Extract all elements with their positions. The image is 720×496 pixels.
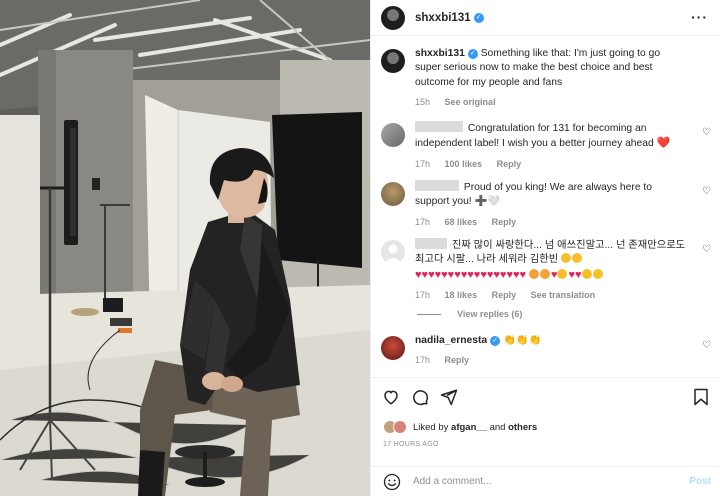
more-options-icon[interactable]: ··· [691, 9, 708, 25]
comment-time[interactable]: 17h [415, 217, 430, 227]
commenter-avatar[interactable] [381, 182, 405, 206]
commenter-avatar[interactable] [381, 336, 405, 360]
post-header: shxxbi131 ✓ ··· [371, 0, 720, 36]
comment-input[interactable] [413, 476, 663, 487]
commenter-avatar[interactable] [381, 123, 405, 147]
author-avatar[interactable] [381, 5, 405, 30]
view-replies-label[interactable]: View replies (6) [457, 309, 522, 319]
comment-emoji: ❤️ [656, 137, 671, 150]
caption-time[interactable]: 15h [415, 97, 430, 107]
comment-likes[interactable]: 100 likes [445, 159, 483, 169]
liked-by-others[interactable]: others [508, 422, 537, 433]
like-comment-heart-icon[interactable]: ♡ [702, 127, 711, 138]
caption-row: shxxbi131 ✓ Something like that: I'm just… [381, 47, 711, 109]
comments-list[interactable]: shxxbi131 ✓ Something like that: I'm just… [371, 37, 720, 376]
see-translation-link[interactable]: See translation [531, 290, 596, 300]
post-photo[interactable] [0, 0, 370, 496]
commenter-avatar[interactable] [381, 240, 405, 264]
reply-button[interactable]: Reply [445, 355, 470, 365]
redacted-username [415, 238, 447, 249]
comment-time[interactable]: 17h [415, 290, 430, 300]
comment-text: 👏👏👏 [503, 335, 542, 346]
instagram-post-view: shxxbi131 ✓ ··· shxxbi131 ✓ Something lik… [0, 0, 720, 496]
share-send-icon[interactable] [440, 388, 458, 406]
comment-row: 진짜 많이 싸랑한다... 넘 애쓰진말고... 넌 존재만으로도 최고다 시팔… [381, 238, 711, 302]
comment-row: Proud of you king! We are always here to… [381, 180, 711, 229]
bookmark-save-icon[interactable] [693, 388, 709, 406]
caption-avatar[interactable] [381, 49, 405, 73]
emoji-smiley-icon[interactable] [383, 473, 401, 491]
reply-button[interactable]: Reply [492, 217, 517, 227]
post-comment-button[interactable]: Post [689, 476, 711, 487]
post-timestamp[interactable]: 17 HOURS AGO [383, 441, 439, 448]
liker-avatar[interactable] [393, 420, 407, 434]
comment-time[interactable]: 17h [415, 355, 430, 365]
comment-text: 진짜 많이 싸랑한다... 넘 애쓰진말고... 넌 존재만으로도 최고다 시팔… [415, 240, 686, 266]
comment-username[interactable]: nadila_ernesta [415, 335, 487, 346]
liked-by-prefix: Liked by [413, 421, 449, 433]
like-heart-icon[interactable] [382, 388, 400, 406]
like-comment-heart-icon[interactable]: ♡ [702, 186, 711, 197]
liked-by-user[interactable]: afgan__ [451, 422, 487, 433]
redacted-username [415, 121, 463, 132]
verified-badge-icon: ✓ [490, 336, 501, 346]
author-username[interactable]: shxxbi131 [415, 12, 471, 24]
liked-by-row: Liked by afgan__ and others [383, 420, 537, 434]
post-sidebar: shxxbi131 ✓ ··· shxxbi131 ✓ Something lik… [370, 0, 720, 496]
comment-likes[interactable]: 68 likes [445, 217, 478, 227]
comment-box: Post [371, 466, 720, 496]
redacted-username [415, 180, 459, 191]
photo-illustration [0, 0, 370, 496]
caption-username[interactable]: shxxbi131 [415, 48, 465, 59]
comment-emoji: ➕🤍 [474, 196, 501, 208]
reply-button[interactable]: Reply [497, 159, 522, 169]
like-comment-heart-icon[interactable]: ♡ [702, 340, 711, 351]
post-actions: Liked by afgan__ and others 17 HOURS AGO… [371, 377, 720, 495]
view-replies-button[interactable]: View replies (6) [417, 309, 522, 319]
like-comment-heart-icon[interactable]: ♡ [702, 244, 711, 255]
reply-button[interactable]: Reply [492, 290, 517, 300]
see-original-link[interactable]: See original [445, 97, 496, 107]
verified-badge-icon: ✓ [467, 49, 478, 59]
comment-likes[interactable]: 18 likes [445, 290, 478, 300]
comment-row: nadila_ernesta ✓ 👏👏👏 17h Reply ♡ [381, 334, 711, 368]
replies-divider [417, 313, 441, 315]
comment-bubble-icon[interactable] [411, 388, 429, 406]
liked-and: and [489, 421, 506, 433]
default-avatar-icon [384, 244, 402, 264]
comment-row: Congratulation for 131 for becoming an i… [381, 121, 711, 171]
comment-time[interactable]: 17h [415, 159, 430, 169]
verified-badge-icon: ✓ [473, 12, 484, 23]
